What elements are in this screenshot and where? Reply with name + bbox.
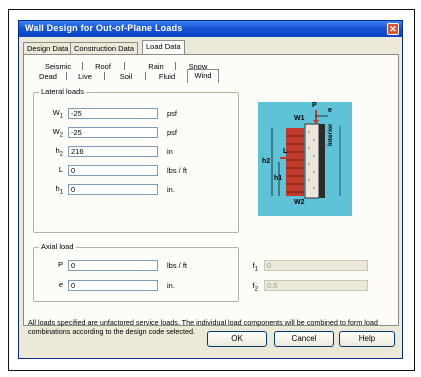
p-label: P: [57, 260, 63, 269]
p-diagram-label: P: [312, 102, 317, 109]
p-input[interactable]: 0: [68, 260, 158, 271]
w1-diagram-label: W1: [294, 115, 305, 122]
close-icon: ✕: [389, 24, 397, 34]
tab-separator: [124, 62, 125, 70]
e-unit: in.: [167, 281, 175, 290]
f2-input: 0.5: [264, 280, 368, 291]
l-unit: lbs / ft: [167, 166, 188, 175]
tab-design-data[interactable]: Design Data: [23, 42, 73, 54]
subtab-soil[interactable]: Soil: [115, 71, 137, 82]
subtab-wind[interactable]: Wind: [187, 69, 219, 83]
l-label: L: [43, 165, 63, 174]
close-button[interactable]: ✕: [387, 23, 399, 35]
tab-separator: [145, 72, 146, 80]
wind-load-area: [286, 128, 304, 196]
label-subscript: 2: [59, 132, 63, 139]
wall-face: [319, 124, 325, 198]
w1-unit: psf: [167, 109, 178, 118]
w2-unit: psf: [167, 128, 178, 137]
f1-input: 0: [264, 260, 368, 271]
label-subscript: 1: [59, 113, 63, 120]
tab-load-data[interactable]: Load Data: [142, 40, 185, 54]
load-data-panel: Seismic Roof Rain Snow Dead Live Soil Fl…: [23, 54, 399, 336]
h1-input[interactable]: 0: [68, 184, 158, 195]
label-text: W: [52, 127, 60, 136]
subtab-fluid[interactable]: Fluid: [155, 71, 179, 82]
w2-input[interactable]: -25: [68, 127, 158, 138]
label-subscript: 2: [254, 286, 258, 293]
w1-label: W1: [43, 108, 63, 120]
label-subscript: 1: [59, 189, 63, 196]
label-text: W: [52, 108, 60, 117]
e-input[interactable]: 0: [68, 280, 158, 291]
wind-load-diagram: P e W1 W2 h2 h1 L Interior: [258, 102, 352, 216]
subtab-dead[interactable]: Dead: [35, 71, 61, 82]
tab-separator: [104, 72, 105, 80]
title-bar: Wall Design for Out-of-Plane Loads ✕: [19, 21, 402, 37]
tab-separator: [82, 62, 83, 70]
lateral-loads-title: Lateral loads: [39, 87, 86, 96]
tab-construction-data[interactable]: Construction Data: [70, 42, 139, 54]
label-subscript: 2: [59, 151, 63, 158]
h2-input[interactable]: 216: [68, 146, 158, 157]
axial-load-group: [33, 247, 239, 302]
f2-label: f2: [246, 281, 258, 293]
h1-label: h1: [43, 184, 63, 196]
subtab-live[interactable]: Live: [74, 71, 96, 82]
p-unit: lbs / ft: [167, 261, 188, 270]
tab-separator: [66, 72, 67, 80]
interior-label: Interior: [327, 123, 334, 146]
h1-diagram-label: h1: [274, 175, 283, 182]
cancel-button[interactable]: Cancel: [274, 331, 334, 347]
w2-label: W2: [43, 127, 63, 139]
e-diagram-label: e: [328, 107, 332, 114]
l-diagram-label: L: [283, 148, 288, 155]
label-text: L: [58, 165, 63, 174]
tab-separator: [175, 62, 176, 70]
h2-label: h2: [43, 146, 63, 158]
ok-button[interactable]: OK: [207, 331, 267, 347]
h2-diagram-label: h2: [262, 158, 271, 165]
label-subscript: 1: [254, 266, 258, 273]
axial-load-title: Axial load: [39, 242, 76, 251]
l-input[interactable]: 0: [68, 165, 158, 176]
w1-input[interactable]: -25: [68, 108, 158, 119]
window-title: Wall Design for Out-of-Plane Loads: [25, 23, 183, 33]
wall-section: [304, 123, 320, 199]
h2-unit: in: [167, 147, 173, 156]
h1-unit: in.: [167, 185, 175, 194]
e-label: e: [58, 280, 63, 289]
wall-diagram-graphic: [258, 102, 352, 216]
w2-diagram-label: W2: [294, 199, 305, 206]
dialog-window: Wall Design for Out-of-Plane Loads ✕ Des…: [18, 20, 403, 359]
help-button[interactable]: Help: [339, 331, 395, 347]
f1-label: f1: [246, 261, 258, 273]
